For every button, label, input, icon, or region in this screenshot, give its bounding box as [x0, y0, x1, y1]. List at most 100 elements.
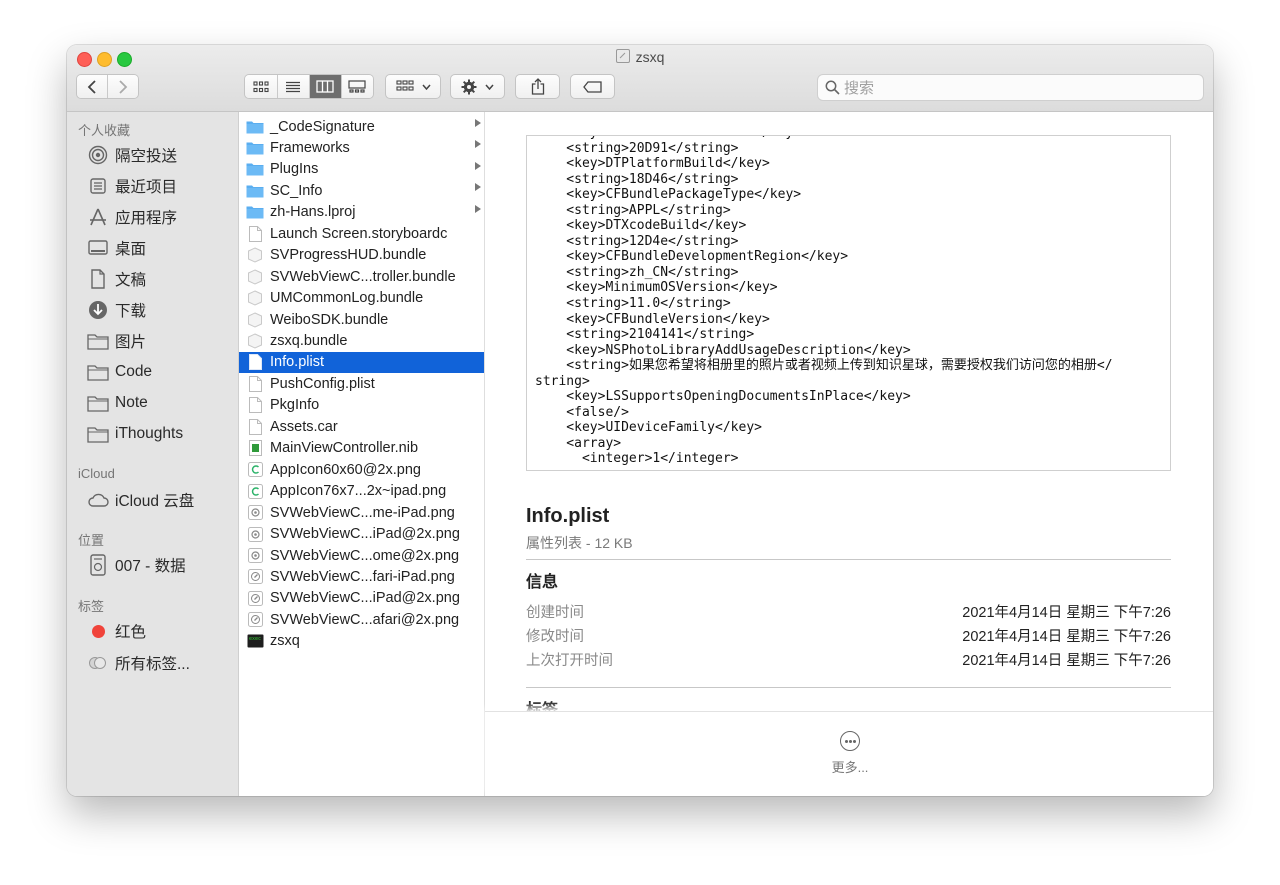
folder-icon [246, 161, 264, 177]
sidebar-item-downloads[interactable]: 下载 [87, 297, 237, 323]
sidebar-item-desktop[interactable]: 桌面 [87, 235, 237, 261]
back-button[interactable] [77, 75, 108, 98]
gallery-icon [348, 80, 366, 93]
file-row[interactable]: PkgInfo [239, 395, 484, 416]
sidebar-item-label: 下载 [115, 303, 147, 320]
file-row[interactable]: AppIcon76x7...2x~ipad.png [239, 481, 484, 502]
window-title: zsxq [635, 49, 665, 65]
search-field[interactable]: 搜索 [817, 74, 1204, 101]
sidebar-item-label: 最近项目 [115, 179, 178, 196]
bundle-icon [246, 290, 264, 306]
app-icon-image-icon [246, 462, 264, 478]
file-row[interactable]: SVWebViewC...fari-iPad.png [239, 566, 484, 587]
file-row[interactable]: WeiboSDK.bundle [239, 309, 484, 330]
file-name: zh-Hans.lproj [270, 204, 356, 221]
bundle-icon [246, 311, 264, 328]
sidebar-item-ithoughts[interactable]: iThoughts [87, 421, 237, 447]
list-icon [286, 81, 301, 92]
file-row[interactable]: SVWebViewC...iPad@2x.png [239, 524, 484, 545]
document-icon [246, 375, 264, 392]
folder-icon [87, 331, 109, 351]
info-row-modified: 修改时间 2021年4月14日 星期三 下午7:26 [526, 625, 1171, 645]
document-icon [246, 418, 264, 435]
sidebar-item-applications[interactable]: 应用程序 [87, 204, 237, 230]
document-icon [246, 354, 264, 371]
sidebar-item-all-tags[interactable]: 所有标签... [87, 650, 237, 676]
sidebar-item-note[interactable]: Note [87, 390, 237, 416]
file-row[interactable]: SVWebViewC...troller.bundle [239, 266, 484, 287]
file-row[interactable]: Info.plist [239, 351, 484, 373]
sidebar-item-icloud-drive[interactable]: iCloud 云盘 [87, 487, 237, 513]
sidebar-item-airdrop[interactable]: 隔空投送 [87, 142, 237, 168]
sidebar-section-tags: 标签 [78, 599, 105, 614]
folder-row[interactable]: PlugIns [239, 159, 484, 180]
recents-icon [87, 176, 109, 196]
file-row[interactable]: exec zsxq [239, 631, 484, 652]
chevron-down-icon [421, 84, 431, 90]
info-row-created: 创建时间 2021年4月14日 星期三 下午7:26 [526, 601, 1171, 621]
window-title-area: zsxq [67, 49, 1213, 65]
file-row[interactable]: AppIcon60x60@2x.png [239, 459, 484, 480]
file-name: _CodeSignature [270, 118, 375, 135]
more-icon [840, 731, 860, 751]
file-name: Assets.car [270, 418, 338, 435]
sidebar-item-code[interactable]: Code [87, 359, 237, 385]
sidebar-item-documents[interactable]: 文稿 [87, 266, 237, 292]
folder-row[interactable]: zh-Hans.lproj [239, 202, 484, 223]
sidebar-item-label: 红色 [115, 624, 147, 641]
navigation-buttons [76, 74, 139, 99]
file-row[interactable]: UMCommonLog.bundle [239, 288, 484, 309]
safari-compass-icon [246, 569, 264, 585]
sidebar-item-label: Note [115, 394, 148, 411]
file-name: SVWebViewC...troller.bundle [270, 268, 456, 285]
list-view-button[interactable] [277, 75, 310, 98]
sidebar-item-tag-red[interactable]: 红色 [87, 618, 237, 644]
file-row[interactable]: SVWebViewC...ome@2x.png [239, 545, 484, 566]
file-name: zsxq [270, 633, 300, 650]
action-button[interactable] [450, 74, 505, 99]
file-column: _CodeSignature Frameworks PlugIns SC_Infozh… [239, 112, 485, 796]
folder-row[interactable]: SC_Info [239, 180, 484, 201]
file-name: UMCommonLog.bundle [270, 290, 424, 307]
chevron-left-icon [87, 79, 96, 94]
column-view-button[interactable] [310, 75, 342, 98]
folder-proxy-icon[interactable] [615, 49, 630, 63]
file-row[interactable]: PushConfig.plist [239, 373, 484, 394]
file-row[interactable]: SVProgressHUD.bundle [239, 245, 484, 266]
executable-icon: exec [246, 633, 264, 649]
forward-button[interactable] [107, 75, 138, 98]
edit-tags-button[interactable] [570, 74, 615, 99]
share-icon [531, 78, 544, 95]
sidebar-item-disk[interactable]: 007 - 数据 [87, 552, 237, 578]
info-key: 修改时间 [526, 629, 584, 645]
airdrop-icon [87, 145, 109, 165]
folder-row[interactable]: _CodeSignature [239, 116, 484, 137]
folder-row[interactable]: Frameworks [239, 137, 484, 158]
disclosure-arrow-icon [475, 204, 481, 213]
sidebar-item-label: 图片 [115, 334, 147, 351]
icon-view-button[interactable] [245, 75, 278, 98]
file-row[interactable]: Assets.car [239, 416, 484, 437]
file-row[interactable]: Launch Screen.storyboardc [239, 223, 484, 244]
sidebar-item-pictures[interactable]: 图片 [87, 328, 237, 354]
plist-preview[interactable]: <key>BuildMachineOSBuild</key> <string>2… [526, 135, 1171, 471]
plist-code: <key>BuildMachineOSBuild</key> <string>2… [535, 136, 1113, 467]
cloud-icon [87, 490, 109, 510]
more-button[interactable]: 更多... [829, 731, 871, 776]
file-row[interactable]: SVWebViewC...me-iPad.png [239, 502, 484, 523]
group-button[interactable] [385, 74, 441, 99]
grid-icon [253, 80, 269, 92]
file-name: SVWebViewC...fari-iPad.png [270, 568, 455, 585]
gallery-view-button[interactable] [341, 75, 373, 98]
file-row[interactable]: MainViewController.nib [239, 438, 484, 459]
chevron-right-icon [119, 79, 128, 94]
file-name: AppIcon60x60@2x.png [270, 461, 421, 478]
file-name: SVWebViewC...afari@2x.png [270, 611, 460, 628]
share-button[interactable] [515, 74, 560, 99]
image-file-icon [246, 526, 264, 542]
file-row[interactable]: SVWebViewC...iPad@2x.png [239, 588, 484, 609]
sidebar-item-recents[interactable]: 最近项目 [87, 173, 237, 199]
sidebar-section-icloud: iCloud [78, 466, 115, 481]
file-row[interactable]: zsxq.bundle [239, 331, 484, 352]
file-row[interactable]: SVWebViewC...afari@2x.png [239, 609, 484, 630]
